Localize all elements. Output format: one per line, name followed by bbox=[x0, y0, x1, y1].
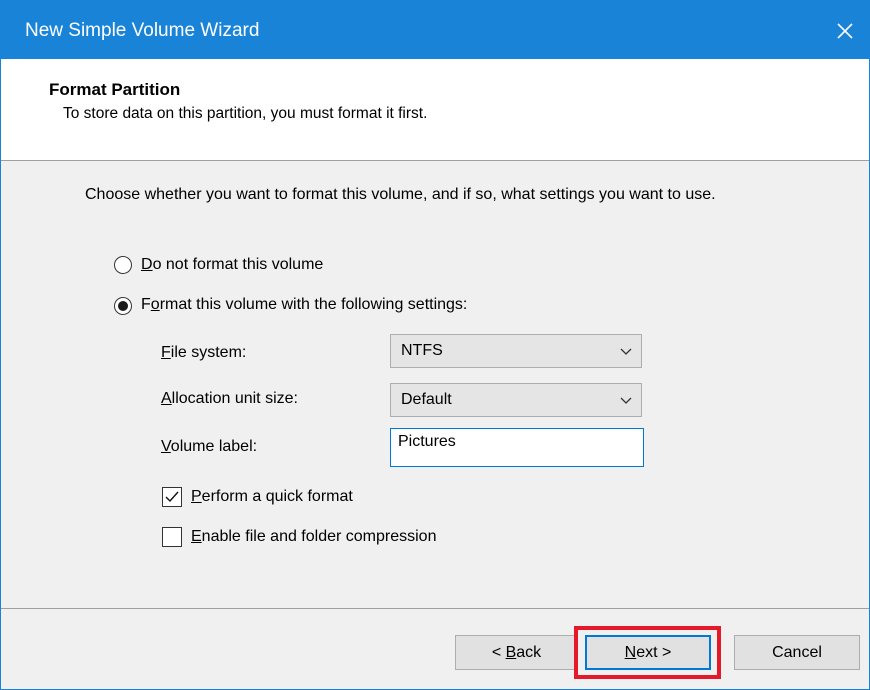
wizard-header: Format Partition To store data on this p… bbox=[1, 59, 869, 161]
radio-selected-dot bbox=[118, 301, 128, 311]
back-button[interactable]: < Back bbox=[455, 635, 578, 670]
file-system-value: NTFS bbox=[401, 342, 443, 359]
close-icon[interactable] bbox=[831, 17, 859, 45]
cancel-button[interactable]: Cancel bbox=[734, 635, 860, 670]
allocation-size-select[interactable]: Default bbox=[390, 383, 642, 417]
radio-do-not-format[interactable] bbox=[114, 256, 132, 274]
next-button[interactable]: Next > bbox=[585, 635, 711, 670]
volume-label-label: Volume label: bbox=[161, 438, 258, 455]
volume-label-input[interactable] bbox=[398, 433, 628, 451]
radio-do-not-format-label[interactable]: Do not format this volume bbox=[141, 256, 323, 274]
page-subtitle: To store data on this partition, you mus… bbox=[63, 105, 428, 122]
radio-format-volume-label[interactable]: Format this volume with the following se… bbox=[141, 296, 467, 314]
volume-label-field[interactable] bbox=[390, 428, 644, 467]
window-title: New Simple Volume Wizard bbox=[25, 20, 260, 41]
instruction-text: Choose whether you want to format this v… bbox=[85, 186, 716, 203]
title-bar: New Simple Volume Wizard bbox=[1, 1, 869, 59]
radio-format-volume[interactable] bbox=[114, 297, 132, 315]
compression-checkbox[interactable] bbox=[162, 527, 182, 547]
file-system-label: File system: bbox=[161, 344, 247, 361]
footer-divider bbox=[1, 608, 869, 609]
checkmark-icon bbox=[165, 491, 179, 503]
compression-label[interactable]: Enable file and folder compression bbox=[191, 528, 436, 546]
wizard-window: New Simple Volume Wizard Format Partitio… bbox=[0, 0, 870, 690]
chevron-down-icon bbox=[620, 397, 632, 404]
quick-format-label[interactable]: Perform a quick format bbox=[191, 488, 353, 506]
file-system-select[interactable]: NTFS bbox=[390, 334, 642, 368]
page-title: Format Partition bbox=[49, 80, 181, 99]
chevron-down-icon bbox=[620, 348, 632, 355]
quick-format-checkbox[interactable] bbox=[162, 487, 182, 507]
allocation-size-value: Default bbox=[401, 391, 452, 408]
allocation-size-label: Allocation unit size: bbox=[161, 390, 298, 407]
